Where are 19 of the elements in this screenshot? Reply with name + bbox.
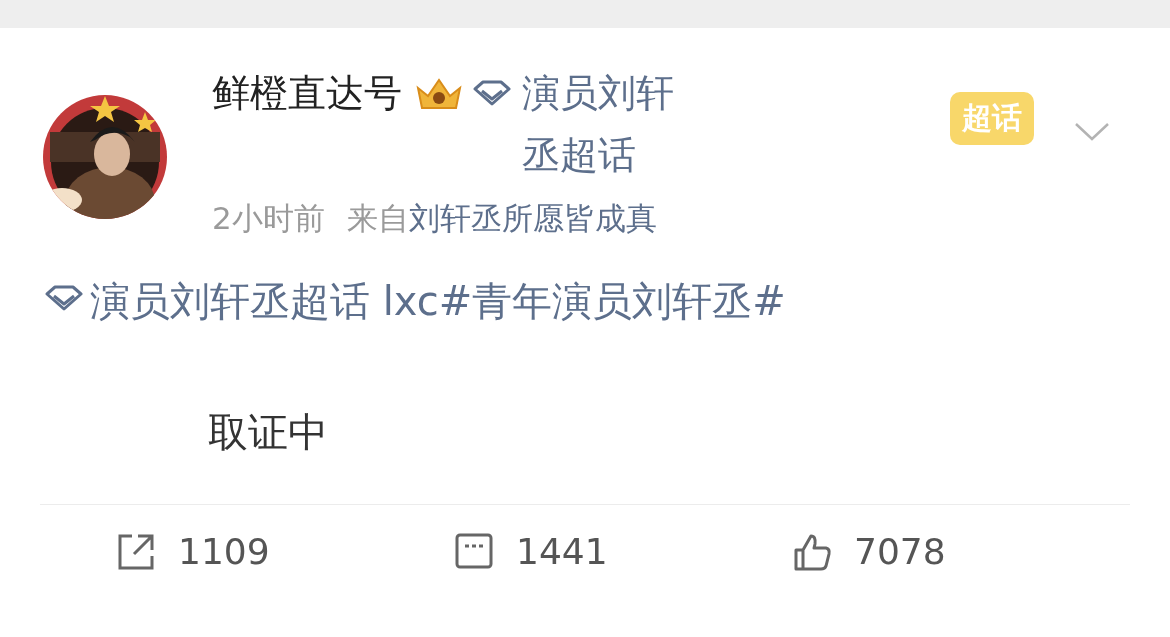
topic-link[interactable]: 演员刘轩丞超话 — [90, 278, 370, 324]
source-link[interactable]: 刘轩丞所愿皆成真 — [408, 200, 657, 236]
comment-icon — [454, 531, 494, 572]
diamond-icon — [44, 285, 84, 311]
count-label: 1109 — [178, 531, 270, 572]
count-label: 7078 — [854, 531, 946, 572]
hashtag-link[interactable]: #青年演员刘轩丞# — [438, 278, 786, 324]
post-time: 2小时前 — [212, 200, 325, 236]
source-label: 来自 — [346, 200, 409, 236]
repost-button[interactable]: 1109 — [116, 531, 454, 572]
like-button[interactable]: 7078 — [792, 531, 1130, 572]
comment-button[interactable]: 1441 — [454, 531, 792, 572]
topic-link[interactable]: 演员刘轩丞超话 — [522, 62, 692, 186]
post-text: 取证中 — [208, 408, 329, 457]
author-name[interactable]: 鲜橙直达号 — [212, 62, 402, 124]
diamond-icon — [472, 80, 512, 106]
post-text: 演员刘轩丞超话 lxc#青年演员刘轩丞# — [44, 274, 1130, 329]
chevron-down-icon[interactable] — [1074, 122, 1110, 142]
count-label: 1441 — [516, 531, 608, 572]
